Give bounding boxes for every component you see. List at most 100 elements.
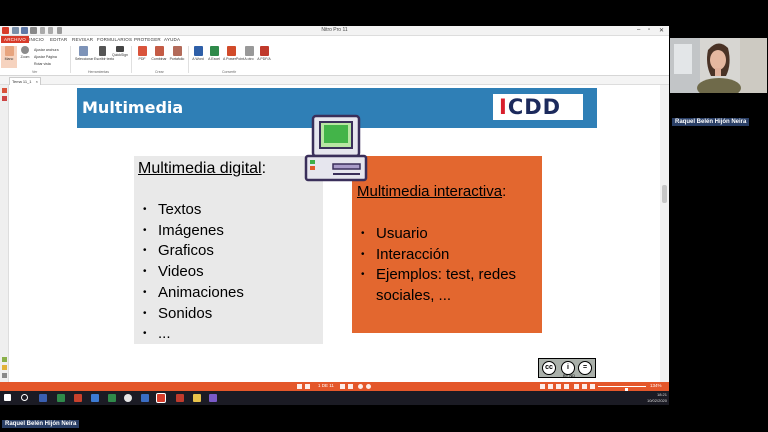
next-page-icon[interactable] — [340, 384, 345, 389]
scrollbar-thumb[interactable] — [662, 185, 667, 203]
document-tab-label: Tema 11_1 — [12, 79, 32, 84]
status-bar: 1 DE 11 134% — [0, 382, 669, 393]
license-label: BY ND — [563, 373, 576, 378]
excel-taskbar-icon[interactable] — [57, 394, 65, 402]
maximize-icon[interactable]: ▫ — [648, 27, 650, 33]
taskbar-date[interactable]: 10/02/2020 — [647, 398, 667, 403]
left-side-panel — [0, 85, 9, 382]
create-pdf-button[interactable]: PDF — [134, 46, 150, 61]
presenter-name-label: Raquel Belén Hijón Neira — [2, 420, 80, 428]
list-item: • Graficos — [143, 242, 214, 260]
to-excel-button[interactable]: A Excel — [206, 46, 222, 61]
to-powerpoint-button[interactable]: A PowerPoint — [223, 46, 244, 61]
slide-title: Multimedia — [82, 98, 184, 117]
fit-width-icon[interactable] — [582, 384, 587, 389]
nd-icon: = — [578, 361, 592, 375]
list-item: •... — [143, 325, 171, 343]
list-item: • Videos — [143, 263, 204, 281]
pdf-icon — [137, 46, 147, 56]
bookmarks-panel-icon[interactable] — [2, 96, 7, 101]
zoom-slider[interactable] — [598, 386, 646, 393]
taskbar-time[interactable]: 18:21 — [657, 392, 667, 397]
group-crear: Crear — [155, 70, 164, 74]
continuous-view-icon[interactable] — [548, 384, 553, 389]
computer-icon — [304, 114, 368, 182]
folder-icon[interactable] — [193, 394, 201, 402]
list-item: • Imágenes — [143, 221, 224, 239]
menu-revisar[interactable]: REVISAR — [72, 37, 93, 42]
windows-start-icon[interactable] — [4, 394, 11, 401]
menu-proteger[interactable]: PROTEGER — [134, 37, 161, 42]
teams-icon[interactable] — [209, 394, 217, 402]
menu-archivo[interactable]: ARCHIVO — [1, 36, 29, 43]
search-icon[interactable] — [21, 394, 28, 401]
nitro-pdf-taskbar-icon[interactable] — [156, 393, 166, 403]
menu-formularios[interactable]: FORMULARIOS — [97, 37, 132, 42]
cc-icon: cc — [542, 361, 556, 375]
multimedia-interactiva-box: Multimedia interactiva: • Usuario • Intera… — [352, 156, 542, 333]
combine-icon — [154, 46, 164, 56]
other-format-icon — [244, 46, 254, 56]
tab-close-icon[interactable]: × — [36, 79, 38, 84]
pages-panel-icon[interactable] — [2, 88, 7, 93]
comments-panel-icon[interactable] — [2, 357, 7, 362]
facing-continuous-view-icon[interactable] — [564, 384, 569, 389]
app-taskbar-icon[interactable] — [74, 394, 82, 402]
hand-tool-button[interactable]: Mano — [1, 46, 17, 68]
to-word-button[interactable]: A Word — [190, 46, 206, 61]
slide-page: Multimedia ICDD Multimedia digital: • Tex… — [77, 88, 597, 382]
menu-ayuda[interactable]: AYUDA — [164, 37, 180, 42]
document-tab[interactable]: Tema 11_1 × — [9, 77, 41, 85]
last-page-icon[interactable] — [348, 384, 353, 389]
play-icon[interactable] — [358, 384, 363, 389]
previous-page-icon[interactable] — [305, 384, 310, 389]
rotate-view-button[interactable]: Rotar vista — [34, 62, 51, 66]
fit-page-icon[interactable] — [574, 384, 579, 389]
menu-inicio[interactable]: INICIO — [29, 37, 44, 42]
pdf-taskbar-icon[interactable] — [176, 394, 184, 402]
to-pdfa-button[interactable]: A PDF/A — [256, 46, 272, 61]
zoom-icon — [21, 46, 29, 54]
edge-icon[interactable] — [141, 394, 149, 402]
type-text-button[interactable]: Escribir texto — [94, 46, 114, 61]
to-other-button[interactable]: A otro — [241, 46, 257, 61]
word-taskbar-icon[interactable] — [91, 394, 99, 402]
chrome-icon[interactable] — [124, 394, 132, 402]
participant-name-label: Raquel Belén Hijón Neira — [672, 118, 750, 126]
multimedia-interactiva-heading: Multimedia interactiva: — [357, 183, 507, 200]
fit-page-button[interactable]: Ajustar Página — [34, 55, 57, 59]
attachments-panel-icon[interactable] — [2, 365, 7, 370]
facing-view-icon[interactable] — [556, 384, 561, 389]
multimedia-digital-heading: Multimedia digital: — [138, 160, 267, 177]
list-item: • Usuario — [361, 225, 428, 242]
window-title: Nitro Pro 11 — [321, 27, 348, 33]
creative-commons-badge: cc i = BY ND — [538, 358, 596, 378]
panel-settings-icon[interactable] — [2, 373, 7, 378]
list-item: • Textos — [143, 201, 202, 218]
page-indicator[interactable]: 1 DE 11 — [318, 383, 334, 388]
menu-bar: ARCHIVO INICIO EDITAR REVISAR FORMULARIO… — [0, 36, 669, 44]
first-page-icon[interactable] — [297, 384, 302, 389]
minimize-icon[interactable]: – — [637, 27, 640, 33]
close-icon[interactable]: ✕ — [659, 27, 664, 34]
list-item: • Animaciones — [143, 283, 244, 301]
outlook-icon[interactable] — [39, 394, 47, 402]
pdfa-icon — [259, 46, 269, 56]
single-page-view-icon[interactable] — [540, 384, 545, 389]
fit-width-button[interactable]: Ajustar anchura — [34, 48, 59, 52]
vertical-scrollbar[interactable] — [660, 85, 669, 382]
multimedia-digital-list: • Textos • Imágenes • Graficos • Videos • Ani… — [140, 200, 244, 345]
excel-icon — [209, 46, 219, 56]
stop-icon[interactable] — [366, 384, 371, 389]
menu-editar[interactable]: EDITAR — [50, 37, 67, 42]
zoom-out-icon[interactable] — [590, 384, 595, 389]
portfolio-button[interactable]: Portafolio — [169, 46, 185, 61]
document-view[interactable]: Multimedia ICDD Multimedia digital: • Tex… — [9, 85, 660, 382]
quicksign-button[interactable]: QuickSign — [112, 46, 128, 57]
select-tool-button[interactable]: Seleccionar — [75, 46, 93, 61]
excel-2-taskbar-icon[interactable] — [108, 394, 116, 402]
pdf-app-window: Nitro Pro 11 – ▫ ✕ ARCHIVO INICIO EDITAR… — [0, 26, 669, 393]
group-convertir: Convertir — [222, 70, 237, 74]
combine-button[interactable]: Combinar — [151, 46, 167, 61]
zoom-tool-button[interactable]: Zoom — [17, 46, 33, 59]
